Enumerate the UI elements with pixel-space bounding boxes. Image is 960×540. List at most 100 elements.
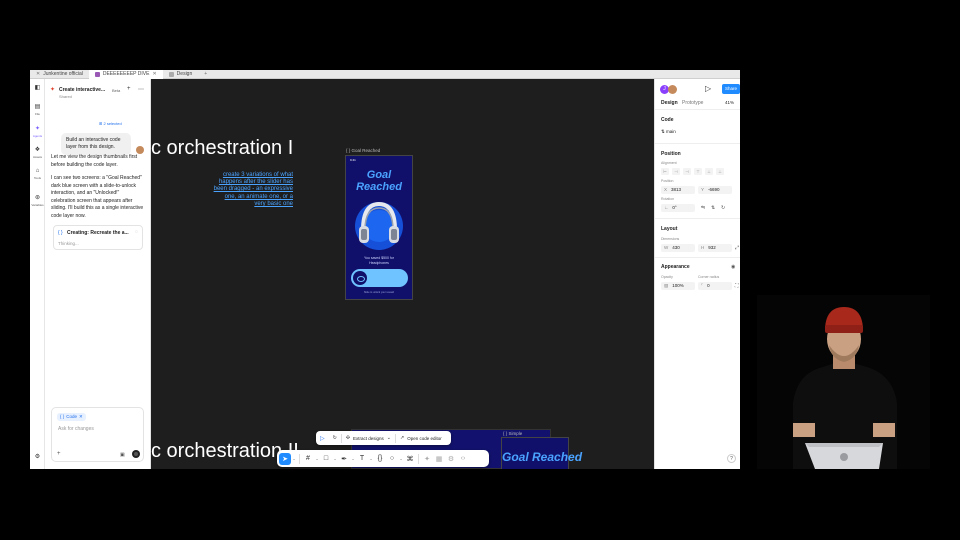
divider (655, 143, 740, 144)
opacity-field[interactable]: ▧ 100% (661, 282, 695, 290)
divider (299, 453, 300, 464)
corners-icon[interactable]: ⛶ (735, 283, 739, 289)
align-center-icon[interactable]: ⊣ (672, 168, 680, 175)
chat-input[interactable]: Ask for changes (58, 426, 94, 432)
opacity-label: Opacity (661, 275, 673, 279)
settings-button[interactable]: ⚙ (30, 454, 45, 462)
figma-icon (168, 71, 174, 77)
code-section-title: Code (661, 117, 674, 123)
ai-message: I can see two screens: a "Goal Reached" … (51, 175, 144, 219)
layout-tool[interactable]: ▦ (433, 453, 445, 465)
resize-icon[interactable]: ⤢ (735, 245, 739, 251)
slider-knob[interactable] (353, 271, 367, 285)
tab-design[interactable]: Design (163, 70, 199, 79)
canvas-note[interactable]: create 3 variations of what happens afte… (213, 172, 293, 208)
open-code-editor-button[interactable]: ↗ Open code editor (396, 435, 446, 441)
image-icon[interactable]: ▣ (120, 452, 125, 458)
frame-label[interactable]: { } Simple (503, 431, 522, 436)
frame-tool[interactable]: # (302, 453, 314, 465)
avatar[interactable] (668, 85, 677, 94)
assets-icon: ❖ (34, 147, 41, 153)
new-tab-button[interactable]: + (198, 71, 213, 77)
extract-designs-button[interactable]: ✣ Extract designs ⌄ (342, 435, 395, 441)
close-icon[interactable]: ✕ (152, 71, 156, 77)
tab-deep-dive[interactable]: DEEEEEEEEP DIVE ✕ (88, 70, 163, 79)
pen-tool[interactable]: ✒ (338, 453, 350, 465)
close-icon[interactable]: ✕ (79, 413, 83, 421)
context-chip[interactable]: { } Code ✕ (57, 413, 86, 421)
rail-item-variables[interactable]: ⊛ Variables (30, 195, 45, 207)
rotate-icon[interactable]: ↻ (721, 205, 725, 211)
flip-vertical-icon[interactable]: ⇅ (711, 205, 715, 211)
divider (418, 453, 419, 464)
ai-tool[interactable]: ✦ (421, 453, 433, 465)
icon-rail: ◧ ▤ File ✦ Agents ❖ Assets ⌂ Tools ⊛ Var… (30, 79, 45, 469)
rail-item-assets[interactable]: ❖ Assets (30, 147, 45, 159)
refresh-button[interactable]: ↻ (329, 435, 341, 441)
chat-subtitle: Shared (59, 94, 72, 99)
eye-icon[interactable]: ◉ (731, 264, 735, 270)
frame-label[interactable]: { } Goal Reached (346, 148, 380, 153)
code-icon: {} (377, 455, 383, 462)
rail-item-agents[interactable]: ✦ Agents (30, 126, 45, 138)
attach-button[interactable]: + (57, 451, 61, 457)
canvas[interactable]: c orchestration I c orchestration II cre… (151, 79, 654, 469)
ai-action-bar: ▷ ↻ ✣ Extract designs ⌄ ↗ Open code edit… (316, 431, 451, 445)
code-tool[interactable]: {} (374, 453, 386, 465)
text-tool[interactable]: T (356, 453, 368, 465)
rail-item-tools[interactable]: ⌂ Tools (30, 168, 45, 180)
chevron-down-icon[interactable]: ⌄ (291, 456, 297, 461)
select-button[interactable]: ▷ (316, 435, 329, 442)
divider (655, 218, 740, 219)
new-chat-button[interactable]: + (127, 86, 131, 92)
status-time: 9:41 (350, 158, 356, 162)
corner-radius-field[interactable]: ⌜ 0 (698, 282, 732, 290)
divider (655, 257, 740, 258)
phone-frame[interactable]: 9:41 Goal Reached You saved $500 for Hea… (345, 155, 413, 300)
zoom-level[interactable]: 41% (725, 100, 734, 105)
actions-tool[interactable]: ⌘ (404, 453, 416, 465)
height-field[interactable]: H 932 (698, 244, 732, 252)
move-tool[interactable]: ➤ (279, 452, 291, 465)
tab-label: Design (176, 71, 193, 77)
agents-icon: ✦ (34, 126, 41, 132)
comment-tool[interactable]: ○ (386, 453, 398, 465)
alignment-label: Alignment (661, 161, 677, 165)
width-field[interactable]: W 430 (661, 244, 695, 252)
align-middle-icon[interactable]: ⊥ (705, 168, 713, 175)
corner-radius-label: Corner radius (698, 275, 720, 279)
browser-window: ✕ Junkentine official DEEEEEEEEP DIVE ✕ … (30, 70, 740, 469)
share-button[interactable]: Share (722, 84, 740, 94)
dev-mode-tool[interactable]: ‹› (457, 453, 469, 465)
code-layer[interactable]: ⇅ main (661, 129, 676, 135)
extract-icon: ✣ (345, 435, 351, 441)
tab-prototype[interactable]: Prototype (682, 100, 703, 106)
tab-design[interactable]: Design (661, 100, 678, 106)
y-field[interactable]: Y -6690 (698, 186, 732, 194)
unlock-slider[interactable] (351, 269, 408, 287)
align-top-icon[interactable]: ⊤ (694, 168, 702, 175)
menu-button[interactable]: ◧ (30, 85, 45, 93)
help-button[interactable]: ? (727, 454, 736, 463)
shape-tool[interactable]: □ (320, 453, 332, 465)
position-section-title: Position (661, 151, 681, 157)
close-icon[interactable]: ✕ (36, 71, 40, 77)
align-left-icon[interactable]: ⊢ (661, 168, 669, 175)
settings-tool[interactable]: ⚙ (445, 453, 457, 465)
simple-frame[interactable]: Goal Reached (501, 437, 582, 469)
position-label: Position (661, 179, 674, 183)
flip-horizontal-icon[interactable]: ⇋ (701, 205, 705, 211)
send-button[interactable] (132, 450, 140, 458)
dev-icon: ‹› (460, 455, 466, 462)
play-icon[interactable]: ▷ (705, 84, 711, 93)
more-icon[interactable]: ⋯ (138, 86, 144, 93)
task-card[interactable]: { } Creating: Recreate the a... ◌ Thinki… (53, 225, 143, 250)
x-field[interactable]: X 3813 (661, 186, 695, 194)
comment-icon: ○ (389, 455, 395, 462)
align-right-icon[interactable]: ⊣ (683, 168, 691, 175)
rail-item-file[interactable]: ▤ File (30, 104, 45, 116)
align-bottom-icon[interactable]: ⊥ (716, 168, 724, 175)
tab-junkentine[interactable]: ✕ Junkentine official (30, 70, 89, 79)
ai-message: Let me view the design thumbnails first … (51, 154, 138, 168)
rotation-field[interactable]: ∟ 0° (661, 204, 695, 212)
